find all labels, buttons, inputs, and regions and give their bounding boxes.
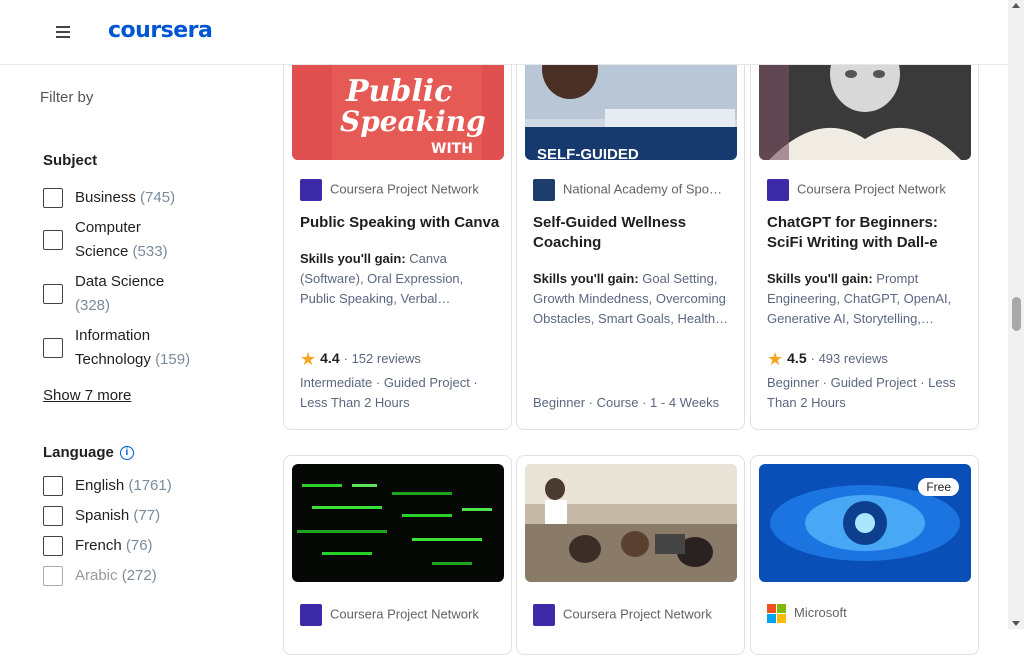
course-card[interactable]: Coursera Project Network ChatGPT for Beg… [750, 30, 979, 430]
star-icon: ★ [300, 349, 317, 369]
partner-name: Coursera Project Network [533, 604, 712, 626]
option-count: (328) [75, 297, 111, 314]
thumb-text: Public [345, 74, 452, 109]
course-rating: ★ 4.4 · 152 reviews [300, 349, 421, 369]
course-thumbnail [292, 464, 504, 582]
language-heading: Language i [43, 444, 134, 461]
language-heading-text: Language [43, 444, 114, 461]
option-count: (1761) [128, 477, 172, 494]
classroom-image [525, 464, 737, 582]
option-label: Arabic [75, 567, 118, 584]
course-card[interactable]: Coursera Project Network [283, 455, 512, 655]
course-title[interactable]: Public Speaking with Canva [300, 213, 500, 233]
show-more-subjects-link[interactable]: Show 7 more [43, 387, 131, 404]
top-header: coursera [0, 0, 1008, 65]
option-label: Spanish [75, 507, 130, 524]
checkbox[interactable] [43, 338, 63, 358]
checkbox[interactable] [43, 536, 63, 556]
course-title[interactable]: ChatGPT for Beginners: SciFi Writing wit… [767, 213, 967, 253]
course-skills: Skills you'll gain: Canva (Software), Or… [300, 251, 464, 306]
checkbox[interactable] [43, 566, 63, 586]
course-title[interactable]: Self-Guided Wellness Coaching [533, 213, 733, 253]
info-icon[interactable]: i [119, 446, 134, 461]
sidebar-fade [0, 589, 260, 629]
code-matrix-image [292, 464, 504, 582]
scroll-up-arrow-icon[interactable] [1012, 3, 1020, 8]
partner-logo-icon [533, 604, 555, 626]
page-scrollbar[interactable] [1008, 0, 1024, 629]
course-card[interactable]: Coursera Project Network [516, 455, 745, 655]
option-count: (76) [125, 537, 153, 554]
checkbox[interactable] [43, 230, 63, 250]
option-label: Business [75, 189, 136, 206]
course-meta: Intermediate · Guided Project · Less Tha… [300, 375, 478, 410]
partner-logo-icon [767, 179, 789, 201]
filter-sidebar: Filter by Subject Business (745) Compute… [0, 66, 260, 629]
course-rating: ★ 4.5 · 493 reviews [767, 349, 888, 369]
option-label: Computer Science [75, 219, 141, 260]
thumb-text: WITH [431, 141, 473, 157]
scroll-down-arrow-icon[interactable] [1012, 621, 1020, 626]
course-card[interactable]: Free Microsoft [750, 455, 979, 655]
option-count: (77) [133, 507, 161, 524]
checkbox[interactable] [43, 506, 63, 526]
partner-logo-icon [300, 179, 322, 201]
option-count: (272) [121, 567, 157, 584]
thumb-text: SELF-GUIDED [537, 146, 639, 160]
option-label: Data Science [75, 273, 165, 290]
microsoft-logo-icon [767, 604, 786, 623]
course-card[interactable]: SELF-GUIDED National Academy of Spo… Sel… [516, 30, 745, 430]
option-label: English [75, 477, 125, 494]
checkbox[interactable] [43, 476, 63, 496]
filter-by-label: Filter by [40, 89, 94, 106]
partner-logo-icon [533, 179, 555, 201]
course-meta: Beginner · Course · 1 - 4 Weeks [533, 395, 720, 410]
option-label: French [75, 537, 122, 554]
course-card[interactable]: Public Speaking WITH Coursera Project Ne… [283, 30, 512, 430]
checkbox[interactable] [43, 188, 63, 208]
option-count: (745) [140, 189, 176, 206]
partner-name: Microsoft [767, 604, 847, 623]
partner-name: Coursera Project Network [300, 604, 479, 626]
option-count: (533) [132, 243, 168, 260]
option-label: Information Technology [75, 327, 151, 368]
course-skills: Skills you'll gain: Goal Setting, Growth… [533, 271, 729, 326]
partner-logo-icon [300, 604, 322, 626]
star-icon: ★ [767, 349, 784, 369]
partner-name: Coursera Project Network [300, 179, 479, 201]
free-badge: Free [918, 478, 959, 496]
menu-icon[interactable] [56, 26, 74, 38]
course-meta: Beginner · Guided Project · Less Than 2 … [767, 375, 956, 410]
coursera-logo[interactable]: coursera [108, 18, 213, 43]
partner-name: National Academy of Spo… [533, 179, 722, 201]
thumb-text: Speaking [340, 105, 486, 138]
option-count: (159) [155, 351, 191, 368]
course-thumbnail [525, 464, 737, 582]
partner-name: Coursera Project Network [767, 179, 946, 201]
course-skills: Skills you'll gain: Prompt Engineering, … [767, 271, 952, 326]
subject-heading: Subject [43, 152, 98, 169]
course-thumbnail: Free [759, 464, 971, 582]
checkbox[interactable] [43, 284, 63, 304]
scroll-thumb[interactable] [1012, 297, 1021, 331]
